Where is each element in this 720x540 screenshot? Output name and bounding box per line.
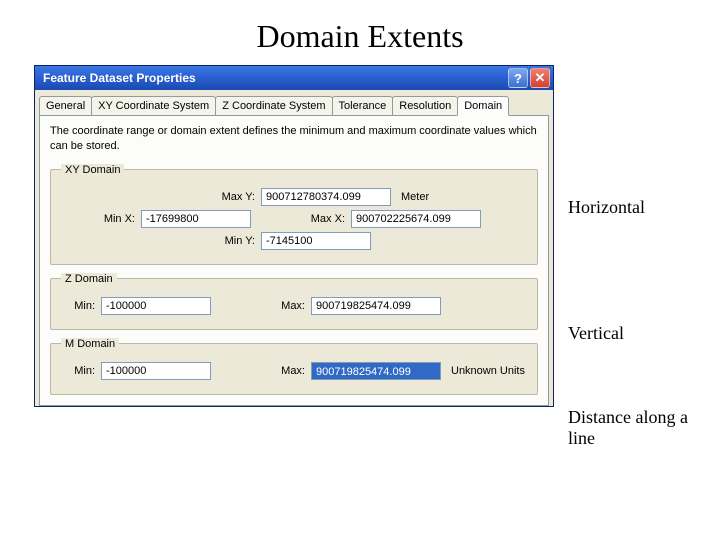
z-domain-legend: Z Domain (61, 273, 117, 285)
m-max-field[interactable]: 900719825474.099 (311, 362, 441, 380)
tab-strip: General XY Coordinate System Z Coordinat… (35, 90, 553, 115)
maxy-label: Max Y: (61, 191, 261, 203)
window-title: Feature Dataset Properties (43, 71, 506, 85)
tab-panel-domain: The coordinate range or domain extent de… (39, 115, 549, 406)
m-min-label: Min: (61, 365, 101, 377)
m-max-label: Max: (231, 365, 311, 377)
z-domain-group: Z Domain Min: Max: (50, 273, 538, 330)
minx-field[interactable] (141, 210, 251, 228)
close-icon: ✕ (535, 70, 546, 86)
tab-xy-coord[interactable]: XY Coordinate System (91, 96, 216, 115)
tab-tolerance[interactable]: Tolerance (332, 96, 394, 115)
help-button[interactable]: ? (508, 68, 528, 88)
dialog-window: Feature Dataset Properties ? ✕ General X… (34, 65, 554, 407)
close-button[interactable]: ✕ (530, 68, 550, 88)
minx-label: Min X: (61, 213, 141, 225)
m-unit: Unknown Units (441, 365, 525, 377)
tab-domain[interactable]: Domain (457, 96, 509, 116)
maxx-label: Max X: (271, 213, 351, 225)
annotation-vertical: Vertical (568, 323, 708, 344)
m-domain-group: M Domain Min: Max: 900719825474.099 Unkn… (50, 338, 538, 395)
z-max-label: Max: (231, 300, 311, 312)
maxy-field[interactable] (261, 188, 391, 206)
miny-field[interactable] (261, 232, 371, 250)
help-icon: ? (514, 71, 522, 86)
tab-z-coord[interactable]: Z Coordinate System (215, 96, 332, 115)
titlebar: Feature Dataset Properties ? ✕ (35, 66, 553, 90)
z-min-label: Min: (61, 300, 101, 312)
m-min-field[interactable] (101, 362, 211, 380)
xy-domain-group: XY Domain Max Y: Meter Min X: Max X: Min… (50, 164, 538, 265)
xy-domain-legend: XY Domain (61, 164, 124, 176)
annotation-horizontal: Horizontal (568, 197, 708, 218)
tab-general[interactable]: General (39, 96, 92, 115)
slide-title: Domain Extents (0, 0, 720, 65)
xy-unit: Meter (391, 191, 429, 203)
m-domain-legend: M Domain (61, 338, 119, 350)
maxx-field[interactable] (351, 210, 481, 228)
tab-resolution[interactable]: Resolution (392, 96, 458, 115)
annotation-distance: Distance along a line (568, 407, 708, 449)
miny-label: Min Y: (61, 235, 261, 247)
z-max-field[interactable] (311, 297, 441, 315)
domain-description: The coordinate range or domain extent de… (50, 124, 538, 154)
z-min-field[interactable] (101, 297, 211, 315)
